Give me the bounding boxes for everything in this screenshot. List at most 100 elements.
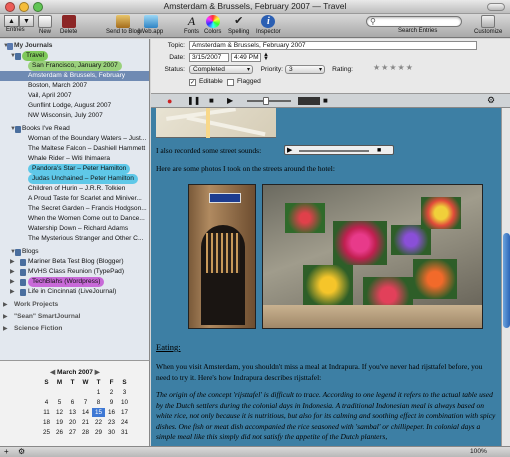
sidebar-item[interactable]: ▶ Mariner Beta Test Blog (Blogger): [0, 257, 149, 267]
audio-scrubber[interactable]: [299, 150, 369, 152]
sidebar-item[interactable]: ▶ Life in Cincinnati (LiveJournal): [0, 287, 149, 297]
calendar-day[interactable]: 26: [53, 428, 66, 437]
sidebar-item[interactable]: The Mysterious Stranger and Other C...: [0, 234, 149, 244]
prev-entry-icon[interactable]: ▲: [4, 15, 19, 27]
sidebar-item[interactable]: NW Wisconsin, July 2007: [0, 111, 149, 121]
calendar-day[interactable]: 7: [79, 398, 92, 407]
calendar-day[interactable]: 10: [118, 398, 131, 407]
action-gear-icon[interactable]: ⚙: [18, 447, 25, 456]
add-journal-icon[interactable]: +: [4, 447, 9, 456]
delete-button[interactable]: Delete: [60, 15, 77, 35]
editable-checkbox[interactable]: ✓: [189, 79, 196, 86]
media-progress-knob[interactable]: [263, 97, 269, 105]
calendar-day[interactable]: 23: [105, 418, 118, 427]
sidebar-item[interactable]: Boston, March 2007: [0, 81, 149, 91]
disclosure-triangle-icon[interactable]: ▶: [3, 312, 8, 322]
status-popup[interactable]: Completed: [189, 65, 253, 74]
calendar-day[interactable]: 14: [79, 408, 92, 417]
calendar-day[interactable]: 4: [40, 398, 53, 407]
send-to-blog-button[interactable]: Send to Blog: [106, 15, 140, 35]
sidebar-item[interactable]: ▶ "Sean" SmartJournal: [0, 312, 149, 322]
sidebar-item[interactable]: A Proud Taste for Scarlet and Miniver...: [0, 194, 149, 204]
calendar-day[interactable]: 17: [118, 408, 131, 417]
next-entry-icon[interactable]: ▼: [19, 15, 34, 27]
time-field[interactable]: 4:49 PM: [231, 53, 261, 62]
sidebar-item[interactable]: ▼ Blogs: [0, 247, 149, 257]
sidebar-item[interactable]: ▼ Travel: [0, 51, 149, 61]
volume-icon[interactable]: ■: [377, 146, 381, 154]
sidebar-item[interactable]: Judas Unchained – Peter Hamilton: [0, 174, 149, 184]
calendar-day[interactable]: 6: [66, 398, 79, 407]
sidebar-item[interactable]: ▶ Work Projects: [0, 300, 149, 310]
calendar-day[interactable]: 31: [118, 428, 131, 437]
calendar-day[interactable]: 19: [53, 418, 66, 427]
topic-field[interactable]: Amsterdam & Brussels, February 2007: [189, 41, 477, 50]
gear-icon[interactable]: ⚙: [487, 95, 495, 106]
calendar-day[interactable]: 2: [105, 388, 118, 397]
sidebar-item[interactable]: Vail, April 2007: [0, 91, 149, 101]
prev-month-icon[interactable]: ◀: [50, 369, 55, 376]
flagged-checkbox[interactable]: [227, 79, 234, 86]
scroll-thumb[interactable]: [503, 233, 510, 328]
sidebar-item[interactable]: Gunflint Lodge, August 2007: [0, 101, 149, 111]
calendar-day[interactable]: 9: [105, 398, 118, 407]
play-icon[interactable]: ▶: [227, 96, 233, 105]
calendar-day[interactable]: 28: [79, 428, 92, 437]
calendar-day[interactable]: 3: [118, 388, 131, 397]
sidebar-item[interactable]: Whale Rider – Witi Ihimaera: [0, 154, 149, 164]
calendar-day[interactable]: 21: [79, 418, 92, 427]
sidebar-item[interactable]: ▶ Science Fiction: [0, 324, 149, 334]
sidebar-item[interactable]: The Secret Garden – Francis Hodgson...: [0, 204, 149, 214]
sidebar-item[interactable]: The Maltese Falcon – Dashiell Hammett: [0, 144, 149, 154]
inspector-button[interactable]: i Inspector: [256, 15, 281, 35]
sidebar-item[interactable]: Pandora's Star – Peter Hamilton: [0, 164, 149, 174]
editor-scrollbar[interactable]: [501, 108, 510, 446]
media-progress-track[interactable]: [247, 100, 291, 102]
priority-popup[interactable]: 3: [285, 65, 325, 74]
audio-play-icon[interactable]: ▶: [287, 146, 292, 154]
disclosure-triangle-icon[interactable]: ▶: [3, 324, 8, 334]
new-button[interactable]: New: [38, 15, 52, 35]
entry-editor[interactable]: I also recorded some street sounds: ▶ ■ …: [151, 108, 501, 446]
calendar-day[interactable]: 25: [40, 428, 53, 437]
calendar-day[interactable]: 16: [105, 408, 118, 417]
sidebar-item[interactable]: Watership Down – Richard Adams: [0, 224, 149, 234]
pause-icon[interactable]: ❚❚: [187, 96, 200, 105]
calendar-day[interactable]: 27: [66, 428, 79, 437]
calendar-day[interactable]: 13: [66, 408, 79, 417]
stop-icon[interactable]: ■: [209, 96, 214, 105]
date-field[interactable]: 3/15/2007: [189, 53, 229, 62]
sidebar-item[interactable]: San Francisco, January 2007: [0, 61, 149, 71]
toolbar-toggle-button[interactable]: [487, 3, 505, 11]
iweb-button[interactable]: iWeb.app: [138, 15, 163, 35]
disclosure-triangle-icon[interactable]: ▶: [10, 277, 15, 287]
sidebar-item[interactable]: ▶ TechBlahs (Wordpress): [0, 277, 149, 287]
spelling-button[interactable]: ✔ Spelling: [228, 15, 249, 35]
sidebar-item[interactable]: ▶ MVHS Class Reunion (TypePad): [0, 267, 149, 277]
calendar-day[interactable]: 20: [66, 418, 79, 427]
customize-button[interactable]: Customize: [474, 15, 502, 35]
calendar-day[interactable]: 22: [92, 418, 105, 427]
next-month-icon[interactable]: ▶: [95, 369, 100, 376]
calendar-day[interactable]: 8: [92, 398, 105, 407]
sidebar-item[interactable]: ▼ Books I've Read: [0, 124, 149, 134]
sidebar-item[interactable]: Children of Hurin – J.R.R. Tolkien: [0, 184, 149, 194]
entries-stepper[interactable]: ▲ ▼: [4, 15, 34, 27]
colors-button[interactable]: Colors: [204, 15, 221, 35]
calendar-day[interactable]: 30: [105, 428, 118, 437]
rating-stars[interactable]: ★★★★★: [373, 63, 414, 72]
time-stepper[interactable]: ▲ ▼: [263, 52, 269, 62]
fonts-button[interactable]: A Fonts: [184, 15, 199, 36]
calendar-day[interactable]: 1: [92, 388, 105, 397]
sidebar-item[interactable]: ▼ My Journals: [0, 41, 149, 51]
disclosure-triangle-icon[interactable]: ▶: [10, 287, 15, 297]
sidebar-item[interactable]: Woman of the Boundary Waters – Just...: [0, 134, 149, 144]
calendar-day[interactable]: 29: [92, 428, 105, 437]
audio-player[interactable]: ▶ ■: [284, 145, 394, 155]
calendar-day[interactable]: 11: [40, 408, 53, 417]
disclosure-triangle-icon[interactable]: ▶: [10, 267, 15, 277]
calendar-day[interactable]: 18: [40, 418, 53, 427]
search-input[interactable]: ⚲: [366, 16, 462, 27]
disclosure-triangle-icon[interactable]: ▶: [3, 300, 8, 310]
disclosure-triangle-icon[interactable]: ▶: [10, 257, 15, 267]
